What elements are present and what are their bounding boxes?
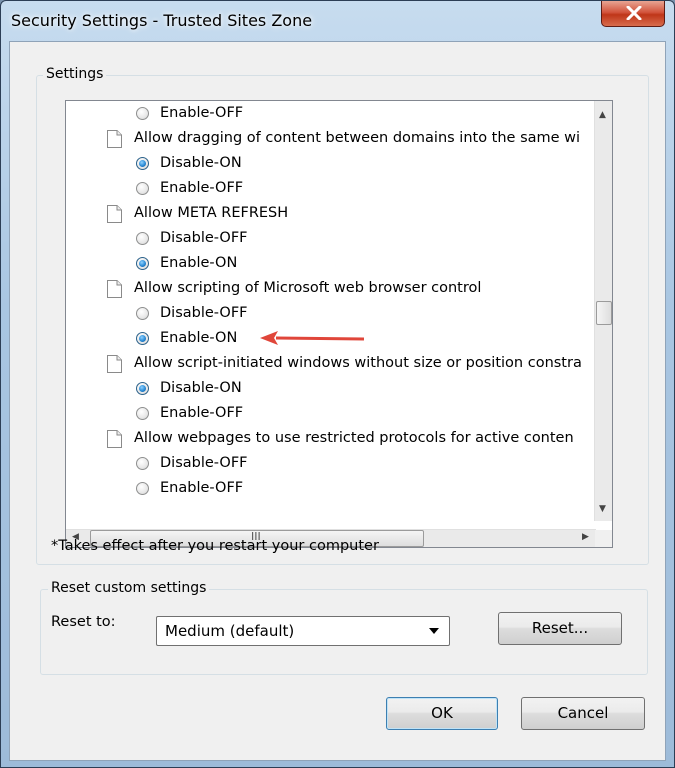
title-bar[interactable]: Security Settings - Trusted Sites Zone bbox=[1, 1, 674, 41]
radio-option-label: Enable-OFF bbox=[160, 105, 244, 121]
window-title: Security Settings - Trusted Sites Zone bbox=[11, 11, 313, 30]
setting-header-label: Allow META REFRESH bbox=[134, 205, 289, 221]
reset-group-label: Reset custom settings bbox=[48, 580, 210, 596]
setting-header-label: Allow script-initiated windows without s… bbox=[134, 355, 582, 371]
radio-selected-icon[interactable] bbox=[136, 382, 149, 395]
document-icon bbox=[107, 205, 122, 223]
radio-selected-icon[interactable] bbox=[136, 257, 149, 270]
setting-header-label: Allow dragging of content between domain… bbox=[134, 130, 581, 146]
ok-button-label: OK bbox=[431, 704, 453, 722]
radio-option-label: Enable-ON bbox=[160, 330, 238, 346]
radio-unselected-icon[interactable] bbox=[136, 407, 149, 420]
radio-unselected-icon[interactable] bbox=[136, 232, 149, 245]
vertical-scrollbar[interactable]: ▲ ▼ bbox=[594, 101, 612, 521]
radio-option-label: Disable-OFF bbox=[160, 305, 248, 321]
reset-button[interactable]: Reset... bbox=[498, 612, 622, 645]
radio-unselected-icon[interactable] bbox=[136, 457, 149, 470]
radio-unselected-icon[interactable] bbox=[136, 307, 149, 320]
settings-tree[interactable]: Enable-OFF Allow dragging of content betw… bbox=[65, 100, 613, 548]
reset-level-value: Medium (default) bbox=[165, 622, 295, 640]
cancel-button[interactable]: Cancel bbox=[521, 697, 645, 730]
radio-option-label: Enable-OFF bbox=[160, 180, 244, 196]
radio-option-label: Disable-ON bbox=[160, 155, 242, 171]
restart-note: *Takes effect after you restart your com… bbox=[51, 538, 379, 554]
radio-option-label: Enable-ON bbox=[160, 255, 238, 271]
document-icon bbox=[107, 280, 122, 298]
document-icon bbox=[107, 355, 122, 373]
close-button[interactable] bbox=[601, 1, 665, 27]
document-icon bbox=[107, 130, 122, 148]
dialog-window: Security Settings - Trusted Sites Zone S… bbox=[0, 0, 675, 768]
scroll-corner bbox=[595, 530, 612, 547]
close-icon bbox=[626, 6, 642, 20]
dialog-client: Settings Enable-OFF Allow dragging of con… bbox=[9, 41, 666, 761]
radio-selected-icon[interactable] bbox=[136, 157, 149, 170]
reset-level-select[interactable]: Medium (default) bbox=[156, 616, 450, 646]
ok-button[interactable]: OK bbox=[386, 697, 498, 730]
radio-unselected-icon[interactable] bbox=[136, 482, 149, 495]
radio-option-label: Disable-OFF bbox=[160, 230, 248, 246]
chevron-down-icon bbox=[429, 628, 439, 634]
radio-option-label: Enable-OFF bbox=[160, 405, 244, 421]
scroll-up-icon[interactable]: ▲ bbox=[599, 111, 606, 120]
settings-group-label: Settings bbox=[43, 66, 107, 82]
radio-option-label: Disable-OFF bbox=[160, 455, 248, 471]
setting-header-label: Allow webpages to use restricted protoco… bbox=[134, 430, 574, 446]
radio-selected-icon[interactable] bbox=[136, 332, 149, 345]
radio-option-label: Disable-ON bbox=[160, 380, 242, 396]
reset-to-label: Reset to: bbox=[51, 614, 116, 630]
scroll-right-icon[interactable]: ▶ bbox=[582, 533, 589, 542]
setting-header-label: Allow scripting of Microsoft web browser… bbox=[134, 280, 482, 296]
radio-option-label: Enable-OFF bbox=[160, 480, 244, 496]
document-icon bbox=[107, 430, 122, 448]
scroll-down-icon[interactable]: ▼ bbox=[599, 505, 606, 514]
radio-unselected-icon[interactable] bbox=[136, 107, 149, 120]
reset-button-label: Reset... bbox=[531, 619, 589, 637]
vertical-scroll-thumb[interactable] bbox=[596, 301, 612, 325]
cancel-button-label: Cancel bbox=[557, 704, 609, 722]
radio-unselected-icon[interactable] bbox=[136, 182, 149, 195]
